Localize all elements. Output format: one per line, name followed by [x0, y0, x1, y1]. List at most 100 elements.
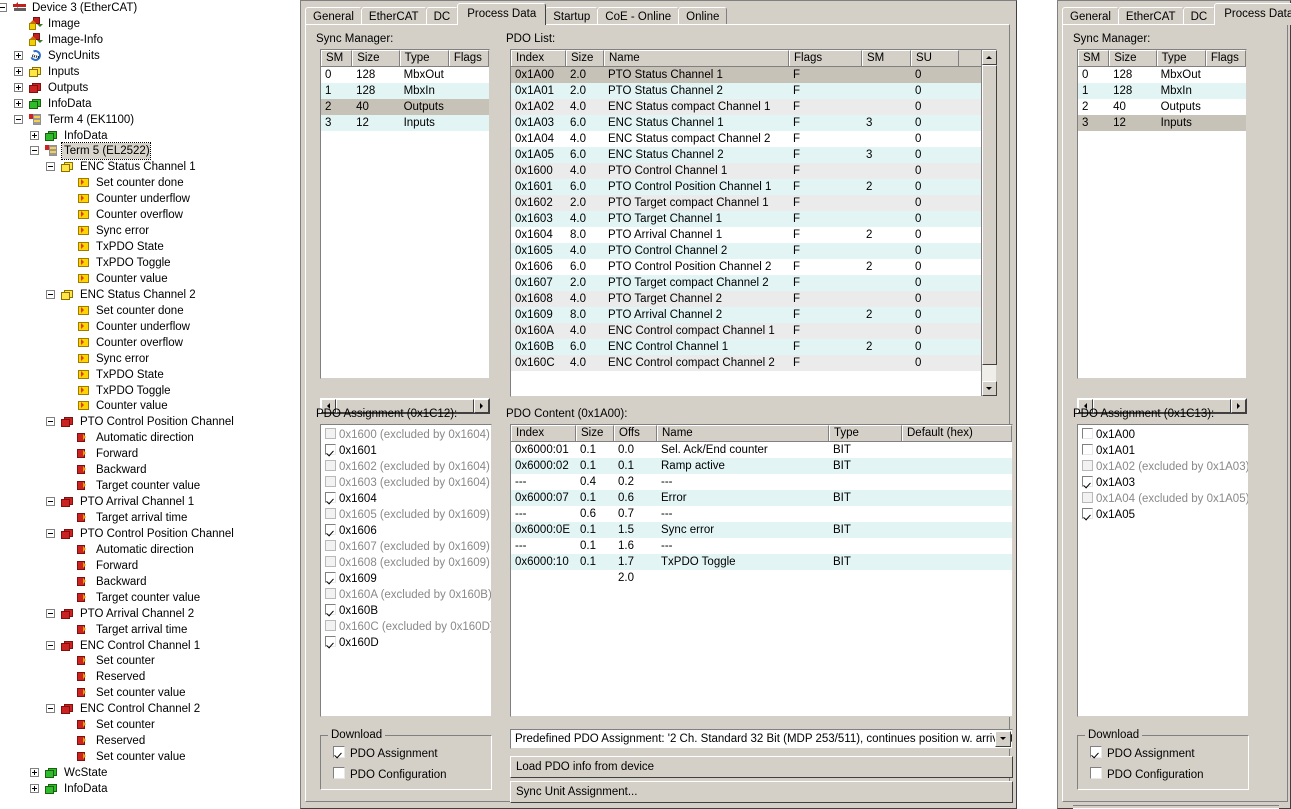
tree-item[interactable]: Set counter done [0, 303, 295, 319]
checkbox[interactable] [325, 508, 336, 519]
pdo-assignment-item[interactable]: 0x1601 [321, 443, 491, 459]
tab-general[interactable]: General [1062, 7, 1119, 25]
table-row[interactable]: 0x1A03 6.0 ENC Status Channel 1 F 3 0 [511, 115, 996, 131]
tree-item[interactable]: Counter underflow [0, 319, 295, 335]
tree-item[interactable]: Reserved [0, 733, 295, 749]
tree-expander-icon[interactable] [46, 640, 55, 650]
table-row[interactable]: 0x160A 4.0 ENC Control compact Channel 1 F 0 [511, 323, 996, 339]
tree-expander-icon[interactable] [30, 146, 39, 156]
secondary-pdo-assignment-item[interactable]: 0x1A04 (excluded by 0x1A05) [1078, 491, 1248, 507]
pdo-assignment-list[interactable]: 0x1600 (excluded by 0x1604) 0x1601 0x1602 … [320, 424, 492, 717]
tree-item[interactable]: Term 4 (EK1100) [0, 112, 295, 128]
column-header[interactable]: Name [657, 425, 829, 441]
table-row[interactable]: 0x6000:02 0.1 0.1 Ramp active BIT [511, 458, 1012, 474]
table-row[interactable]: 0x1603 4.0 PTO Target Channel 1 F 0 [511, 211, 996, 227]
column-header[interactable]: Name [604, 50, 789, 66]
tree-item[interactable]: Counter value [0, 271, 295, 287]
tree-item[interactable]: Backward [0, 574, 295, 590]
tree-item[interactable]: Inputs [0, 64, 295, 80]
checkbox[interactable] [1082, 460, 1093, 471]
table-row[interactable]: 0x1604 8.0 PTO Arrival Channel 1 F 2 0 [511, 227, 996, 243]
secondary-sync-manager-grid[interactable]: SM Size Type Flags 0 128 MbxOut 1 128 MbxIn 2 40 Out… [1077, 49, 1247, 379]
pdo-assignment-item[interactable]: 0x1600 (excluded by 0x1604) [321, 427, 491, 443]
column-header[interactable]: Size [1109, 50, 1157, 66]
table-row[interactable]: 0x1607 2.0 PTO Target compact Channel 2 F 0 [511, 275, 996, 291]
tab-general[interactable]: General [305, 7, 362, 25]
tab-process-data[interactable]: Process Data [1214, 3, 1291, 25]
table-row[interactable]: 0x1601 6.0 PTO Control Position Channel 1 F… [511, 179, 996, 195]
tree-expander-icon[interactable] [14, 66, 23, 76]
checkbox[interactable] [325, 444, 336, 455]
tree-item[interactable]: Forward [0, 446, 295, 462]
tree-item[interactable]: Counter overflow [0, 335, 295, 351]
download-option[interactable]: PDO Assignment [333, 744, 491, 765]
pdo-assignment-item[interactable]: 0x160A (excluded by 0x160B) [321, 587, 491, 603]
column-header[interactable]: Flags [448, 50, 489, 66]
tree-item[interactable]: PTO Arrival Channel 2 [0, 606, 295, 622]
pdo-content-grid[interactable]: Index Size Offs Name Type Default (hex) 0x6000… [510, 424, 1013, 717]
pdo-assignment-item[interactable]: 0x160D [321, 635, 491, 651]
table-row[interactable]: 0x6000:01 0.1 0.0 Sel. Ack/End counter BIT [511, 442, 1012, 458]
table-row[interactable]: 3 12 Inputs [321, 115, 489, 131]
tree-item[interactable]: Term 5 (EL2522) [0, 142, 295, 161]
tree-item[interactable]: Automatic direction [0, 542, 295, 558]
secondary-download-option[interactable]: PDO Assignment [1090, 744, 1248, 765]
column-header[interactable]: Flags [789, 50, 862, 66]
scroll-up-button[interactable] [982, 50, 997, 65]
tree-item[interactable]: Counter value [0, 398, 295, 414]
tree-expander-icon[interactable] [46, 704, 55, 714]
checkbox[interactable] [1082, 428, 1093, 439]
column-header[interactable]: Default (hex) [902, 425, 1012, 441]
table-row[interactable]: 0x1A00 2.0 PTO Status Channel 1 F 0 [511, 67, 996, 83]
table-row[interactable]: 0 128 MbxOut [1078, 67, 1246, 83]
column-header[interactable]: Size [352, 50, 400, 66]
sync-manager-grid[interactable]: SM Size Type Flags 0 128 MbxOut 1 128 MbxIn 2 40 Out… [320, 49, 490, 379]
column-header[interactable]: SU [911, 50, 959, 66]
pdo-list-grid[interactable]: Index Size Name Flags SM SU 0x1A00 2.0 PTO Statu… [510, 49, 997, 397]
table-row[interactable]: 0x6000:07 0.1 0.6 Error BIT [511, 490, 1012, 506]
pdo-assignment-item[interactable]: 0x160C (excluded by 0x160D) [321, 619, 491, 635]
table-row[interactable]: 0x1609 8.0 PTO Arrival Channel 2 F 2 0 [511, 307, 996, 323]
tab-dc[interactable]: DC [425, 7, 459, 25]
tree-item[interactable]: InfoData [0, 128, 295, 144]
checkbox[interactable] [1082, 508, 1093, 519]
column-header[interactable]: Offs [614, 425, 657, 441]
column-header[interactable]: Type [829, 425, 902, 441]
tree-expander-icon[interactable] [30, 130, 39, 140]
checkbox[interactable] [333, 746, 345, 758]
tree-item[interactable]: InfoData [0, 96, 295, 112]
tree-expander-icon[interactable] [46, 289, 55, 299]
table-row[interactable]: 3 12 Inputs [1078, 115, 1246, 131]
tree-item[interactable]: ENC Status Channel 2 [0, 287, 295, 303]
table-row[interactable]: 0x1A04 4.0 ENC Status compact Channel 2 F 0 [511, 131, 996, 147]
pdo-assignment-item[interactable]: 0x1604 [321, 491, 491, 507]
table-row[interactable]: 0x1605 4.0 PTO Control Channel 2 F 0 [511, 243, 996, 259]
tab-process-data[interactable]: Process Data [457, 3, 547, 25]
table-row[interactable]: 0x160B 6.0 ENC Control Channel 1 F 2 0 [511, 339, 996, 355]
chevron-down-icon[interactable] [995, 731, 1011, 747]
secondary-pdo-assignment-item[interactable]: 0x1A01 [1078, 443, 1248, 459]
column-header[interactable]: Flags [1205, 50, 1246, 66]
tree-item[interactable]: TxPDO State [0, 367, 295, 383]
table-row[interactable]: --- 0.4 0.2 --- [511, 474, 1012, 490]
checkbox[interactable] [325, 572, 336, 583]
tab-startup[interactable]: Startup [545, 7, 599, 25]
column-header[interactable]: Index [511, 50, 566, 66]
project-tree[interactable]: Device 3 (EtherCAT) Image Image-Info SyncUn… [0, 0, 295, 809]
table-row[interactable]: --- 0.6 0.7 --- [511, 506, 1012, 522]
checkbox[interactable] [1082, 492, 1093, 503]
tree-item[interactable]: Device 3 (EtherCAT) [0, 0, 295, 16]
table-row[interactable]: 2 40 Outputs [1078, 99, 1246, 115]
table-row[interactable]: 0x160C 4.0 ENC Control compact Channel 2 F 0 [511, 355, 996, 371]
table-row[interactable]: 0x1A01 2.0 PTO Status Channel 2 F 0 [511, 83, 996, 99]
tab-dc[interactable]: DC [1182, 7, 1216, 25]
secondary-pdo-assignment-item[interactable]: 0x1A00 [1078, 427, 1248, 443]
tree-item[interactable]: Image-Info [0, 32, 295, 48]
tree-expander-icon[interactable] [30, 768, 39, 777]
tree-item[interactable]: PTO Control Position Channel [0, 414, 295, 430]
column-header[interactable]: Type [399, 50, 449, 66]
pdo-assignment-item[interactable]: 0x1605 (excluded by 0x1609) [321, 507, 491, 523]
table-row[interactable]: 0x6000:10 0.1 1.7 TxPDO Toggle BIT [511, 554, 1012, 570]
tree-expander-icon[interactable] [46, 497, 55, 507]
tab-ethercat[interactable]: EtherCAT [1117, 7, 1184, 25]
